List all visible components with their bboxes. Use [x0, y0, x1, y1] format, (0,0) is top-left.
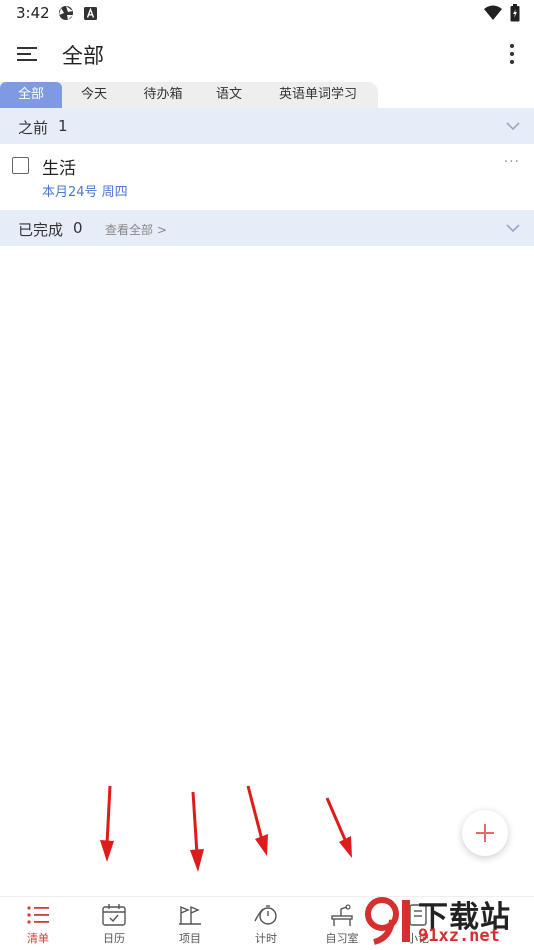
task-title: 生活 — [42, 159, 76, 179]
section-completed-title: 已完成 — [18, 221, 64, 239]
annotation-arrow — [100, 785, 114, 862]
nav-study-room-label: 自习室 — [325, 932, 359, 945]
section-before-header[interactable]: 之前 1 — [0, 108, 534, 144]
filter-tabs: 全部 今天 待办箱 语文 英语单词学习 — [0, 82, 378, 108]
task-more-icon[interactable]: ··· — [504, 154, 520, 170]
chevron-down-icon[interactable] — [504, 118, 522, 134]
nav-calendar[interactable]: 日历 — [76, 897, 152, 950]
view-all-link[interactable]: 查看全部 > — [105, 221, 167, 238]
list-icon — [27, 906, 49, 924]
nav-list-label: 清单 — [27, 932, 49, 945]
watermark-logo-icon — [365, 897, 410, 945]
timer-icon — [254, 905, 277, 925]
nav-project-label: 项目 — [179, 932, 201, 945]
nav-project[interactable]: 项目 — [152, 897, 228, 950]
watermark: 下载站 91xz.net — [362, 890, 534, 950]
tab-today[interactable]: 今天 — [62, 82, 126, 108]
section-before-title: 之前 — [18, 119, 49, 137]
status-bar: 3:42 — [0, 0, 534, 28]
plus-icon — [476, 824, 494, 842]
battery-icon — [510, 4, 520, 22]
watermark-url: 91xz.net — [418, 926, 500, 946]
app-bar: 全部 — [0, 28, 534, 80]
annotation-arrow — [325, 797, 352, 858]
study-room-icon — [331, 904, 353, 926]
section-completed-header[interactable]: 已完成 0 查看全部 > — [0, 210, 534, 246]
menu-icon[interactable] — [14, 40, 42, 68]
nav-timer-label: 计时 — [255, 932, 277, 945]
tab-english-words[interactable]: 英语单词学习 — [258, 82, 378, 108]
annotation-arrow — [190, 791, 204, 872]
status-time: 3:42 — [16, 4, 50, 22]
tab-inbox[interactable]: 待办箱 — [126, 82, 200, 108]
aperture-icon — [59, 6, 73, 20]
nav-timer[interactable]: 计时 — [228, 897, 304, 950]
task-row[interactable]: 生活 本月24号 周四 ··· — [0, 144, 534, 210]
page-title: 全部 — [62, 44, 104, 68]
add-task-button[interactable] — [462, 810, 508, 856]
tab-all[interactable]: 全部 — [0, 82, 62, 108]
more-vertical-icon[interactable] — [504, 40, 520, 68]
nav-list[interactable]: 清单 — [0, 897, 76, 950]
annotation-arrow — [246, 785, 268, 856]
app-a-icon — [84, 6, 97, 20]
tab-chinese[interactable]: 语文 — [200, 82, 258, 108]
task-checkbox[interactable] — [12, 157, 29, 174]
task-date: 本月24号 周四 — [42, 185, 128, 200]
nav-calendar-label: 日历 — [103, 932, 125, 945]
chevron-down-icon[interactable] — [504, 220, 522, 236]
section-completed-count: 0 — [73, 219, 83, 237]
section-before-count: 1 — [58, 117, 68, 135]
wifi-icon — [484, 5, 502, 20]
project-icon — [179, 905, 201, 925]
calendar-icon — [102, 904, 126, 926]
